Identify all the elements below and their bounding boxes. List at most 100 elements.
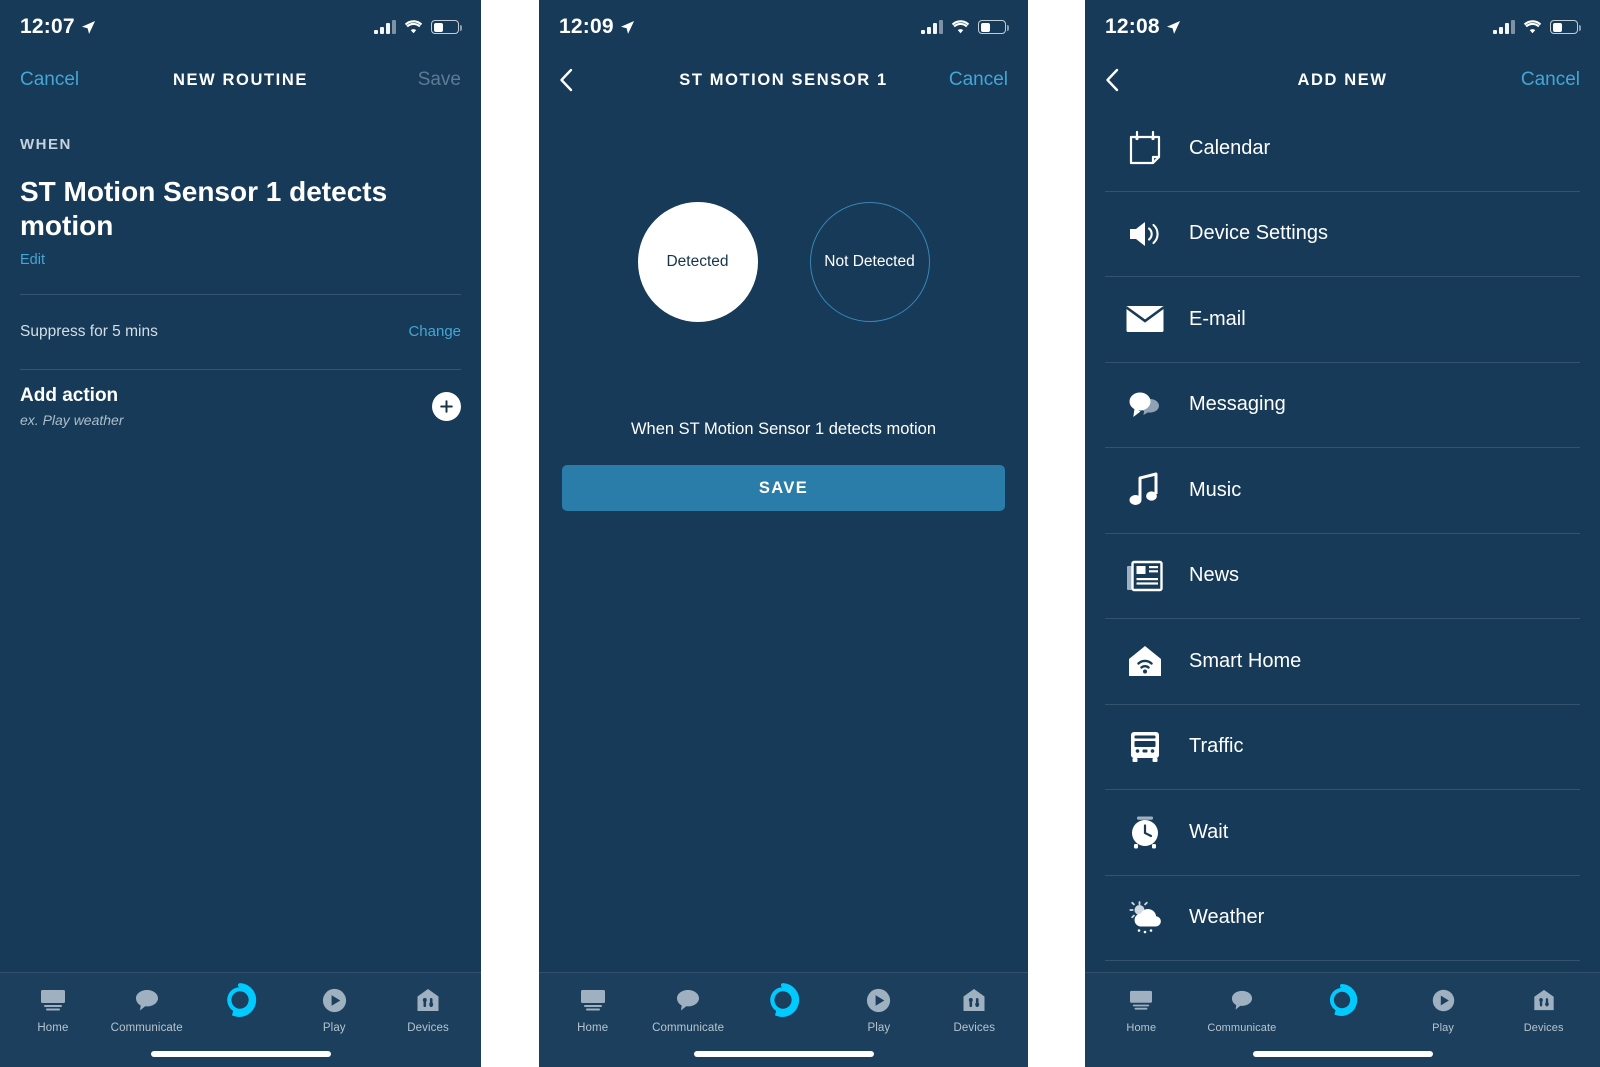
- status-time: 12:09: [559, 15, 614, 38]
- list-item-smart-home[interactable]: Smart Home: [1105, 619, 1580, 705]
- add-action-title: Add action: [20, 385, 119, 407]
- tab-list: Home Communicate Play Devices: [1085, 973, 1600, 1045]
- tab-label: Play: [867, 1022, 891, 1034]
- sun-cloud-rain-icon: [1123, 896, 1167, 940]
- save-button[interactable]: Save: [418, 69, 461, 91]
- back-button[interactable]: [1105, 68, 1119, 92]
- list-item-label: Device Settings: [1189, 222, 1328, 245]
- state-option-detected[interactable]: Detected: [637, 202, 758, 322]
- screenshot-stage: 12:07 Cancel NEW ROUTINE Save WHEN ST Mo…: [0, 0, 1600, 1067]
- tab-devices[interactable]: Devices: [927, 985, 1022, 1034]
- edit-trigger-link[interactable]: Edit: [20, 252, 461, 268]
- list-item-label: Traffic: [1189, 735, 1244, 758]
- home-device-icon: [579, 985, 607, 1015]
- tab-play[interactable]: Play: [287, 985, 381, 1034]
- speech-bubble-icon: [134, 985, 160, 1015]
- status-icons: [374, 20, 462, 34]
- state-option-label: Detected: [666, 253, 729, 270]
- state-options: Detected Not Detected: [539, 202, 1028, 322]
- add-action-text-group: Add action ex. Play weather: [20, 385, 124, 428]
- nav-header: Cancel NEW ROUTINE Save: [0, 54, 481, 106]
- status-bar: 12:08: [1085, 0, 1600, 54]
- tab-home[interactable]: Home: [6, 985, 100, 1034]
- tab-devices[interactable]: Devices: [1493, 985, 1594, 1034]
- suppress-label: Suppress for 5 mins: [20, 322, 158, 340]
- when-section-label: WHEN: [20, 136, 72, 153]
- tab-label: Play: [1432, 1022, 1454, 1034]
- tab-home[interactable]: Home: [1091, 985, 1192, 1034]
- devices-house-icon: [1532, 985, 1556, 1015]
- tab-communicate[interactable]: Communicate: [100, 985, 194, 1034]
- add-action-button[interactable]: [432, 392, 461, 422]
- tab-label: Communicate: [652, 1022, 725, 1034]
- home-indicator[interactable]: [693, 1051, 874, 1057]
- tab-label: Communicate: [1207, 1022, 1277, 1034]
- house-wifi-icon: [1123, 639, 1167, 683]
- alexa-ring-icon: [765, 983, 801, 1017]
- tab-label: Home: [1126, 1022, 1157, 1034]
- state-option-label: Not Detected: [824, 253, 915, 270]
- tab-label: Play: [322, 1022, 346, 1034]
- cellular-signal-icon: [374, 20, 396, 34]
- tab-label: Devices: [953, 1022, 996, 1034]
- list-item-news[interactable]: News: [1105, 534, 1580, 619]
- devices-house-icon: [961, 985, 987, 1015]
- list-item-weather[interactable]: Weather: [1105, 876, 1580, 961]
- list-item-label: Messaging: [1189, 393, 1286, 416]
- cancel-button[interactable]: Cancel: [20, 69, 79, 91]
- tab-alexa[interactable]: [194, 983, 288, 1022]
- list-item-email[interactable]: E-mail: [1105, 277, 1580, 363]
- list-item-messaging[interactable]: Messaging: [1105, 363, 1580, 448]
- tab-home[interactable]: Home: [545, 985, 640, 1034]
- newspaper-icon: [1123, 554, 1167, 598]
- envelope-icon: [1123, 297, 1167, 341]
- status-time-group: 12:08: [1105, 15, 1181, 39]
- status-time: 12:08: [1105, 15, 1160, 38]
- suppress-row[interactable]: Suppress for 5 mins Change: [20, 295, 461, 369]
- tab-list: Home Communicate Play Devices: [0, 973, 481, 1045]
- music-note-icon: [1123, 468, 1167, 512]
- list-item-label: Music: [1189, 478, 1242, 501]
- home-indicator[interactable]: [1252, 1051, 1433, 1057]
- location-arrow-icon: [1166, 20, 1180, 34]
- list-item-traffic[interactable]: Traffic: [1105, 705, 1580, 790]
- tab-play[interactable]: Play: [1393, 985, 1494, 1034]
- home-indicator[interactable]: [150, 1051, 331, 1057]
- tab-alexa[interactable]: [736, 983, 831, 1022]
- home-device-icon: [1128, 985, 1154, 1015]
- nav-header: ST MOTION SENSOR 1 Cancel: [539, 54, 1028, 106]
- back-button[interactable]: [559, 68, 573, 92]
- cancel-button[interactable]: Cancel: [949, 69, 1008, 91]
- play-circle-icon: [321, 985, 348, 1015]
- status-time-group: 12:09: [559, 15, 635, 39]
- status-time: 12:07: [20, 15, 75, 38]
- play-circle-icon: [1431, 985, 1456, 1015]
- suppress-change-link[interactable]: Change: [408, 323, 461, 340]
- tab-play[interactable]: Play: [831, 985, 926, 1034]
- add-action-row[interactable]: Add action ex. Play weather: [20, 370, 461, 444]
- devices-house-icon: [415, 985, 441, 1015]
- add-action-subtitle: ex. Play weather: [20, 412, 124, 429]
- routine-body: WHEN ST Motion Sensor 1 detects motion E…: [0, 136, 481, 444]
- battery-icon: [978, 20, 1009, 34]
- state-option-not-detected[interactable]: Not Detected: [809, 202, 930, 322]
- list-item-label: Calendar: [1189, 136, 1271, 159]
- chevron-left-icon: [560, 68, 573, 92]
- speech-bubble-icon: [1230, 985, 1254, 1015]
- phone-panel-new-routine: 12:07 Cancel NEW ROUTINE Save WHEN ST Mo…: [0, 0, 481, 1067]
- list-item-wait[interactable]: Wait: [1105, 790, 1580, 876]
- list-item-music[interactable]: Music: [1105, 448, 1580, 534]
- tab-alexa[interactable]: [1292, 984, 1393, 1022]
- list-item-calendar[interactable]: Calendar: [1105, 106, 1580, 192]
- bus-icon: [1123, 725, 1167, 769]
- trigger-summary: When ST Motion Sensor 1 detects motion: [630, 420, 937, 438]
- cancel-button[interactable]: Cancel: [1521, 69, 1580, 91]
- tab-communicate[interactable]: Communicate: [640, 985, 735, 1034]
- list-item-label: Wait: [1189, 820, 1229, 843]
- wifi-icon: [1523, 20, 1542, 34]
- tab-devices[interactable]: Devices: [381, 985, 475, 1034]
- list-item-device-settings[interactable]: Device Settings: [1105, 192, 1580, 277]
- alexa-ring-icon: [222, 983, 258, 1017]
- tab-communicate[interactable]: Communicate: [1192, 985, 1293, 1034]
- save-button[interactable]: SAVE: [562, 465, 1005, 511]
